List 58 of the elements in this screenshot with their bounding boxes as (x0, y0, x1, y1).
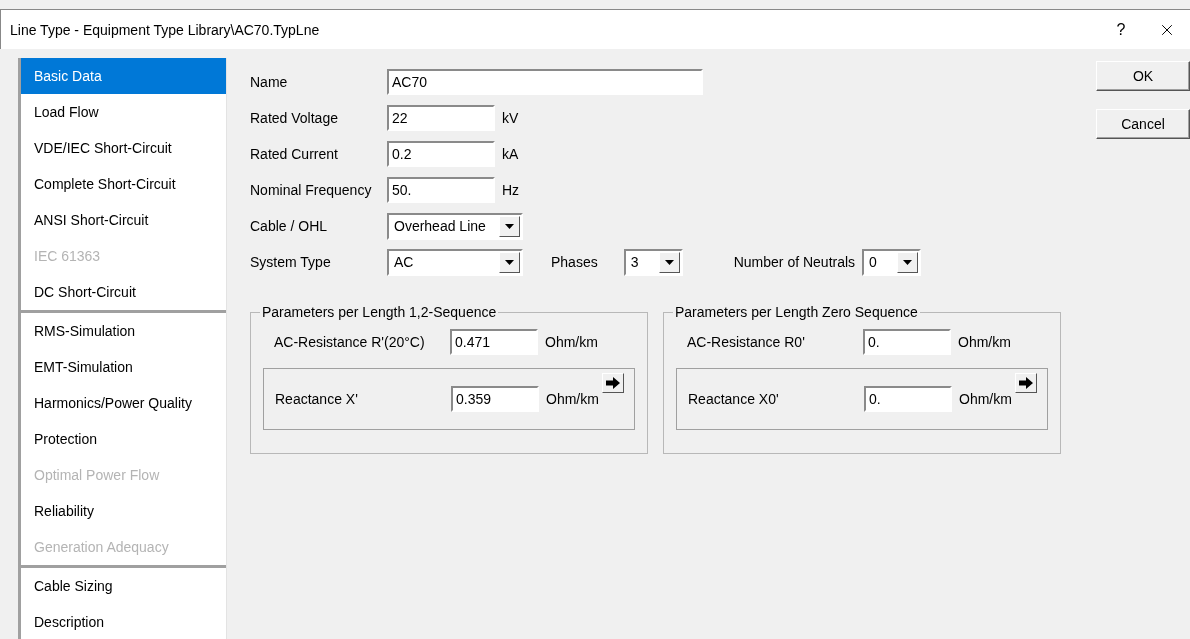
page-list-item[interactable]: RMS-Simulation (21, 313, 226, 349)
input-field[interactable]: 0.471 (450, 329, 538, 355)
field-label: System Type (250, 254, 332, 270)
help-button[interactable]: ? (1098, 20, 1144, 39)
arrow-button[interactable] (1015, 373, 1037, 393)
group-title: Parameters per Length 1,2-Sequence (261, 304, 498, 320)
caret-icon (505, 223, 514, 229)
field-label: Name (250, 74, 289, 90)
page-list-item[interactable]: VDE/IEC Short-Circuit (21, 130, 226, 166)
right-arrow-icon (606, 377, 620, 389)
unit-label: Ohm/km (959, 391, 1012, 407)
unit-label: Hz (502, 182, 520, 198)
arrow-button[interactable] (602, 373, 624, 393)
caret-icon (903, 259, 913, 265)
field-label: Reactance X0' (688, 391, 780, 407)
input-field[interactable]: 0. (864, 386, 952, 412)
page-list-item[interactable]: Description (21, 604, 226, 639)
input-field[interactable]: 0.2 (387, 141, 495, 167)
page-list-item[interactable]: Basic Data (21, 58, 226, 94)
field-label: Rated Current (250, 146, 339, 162)
dropdown[interactable]: AC (387, 248, 523, 276)
input-field[interactable]: AC70 (387, 69, 703, 95)
field-label: Phases (551, 254, 598, 270)
field-label: Rated Voltage (250, 110, 339, 126)
unit-label: kV (502, 110, 519, 126)
input-field[interactable]: 0.359 (451, 386, 539, 412)
page-list-item[interactable]: Load Flow (21, 94, 226, 130)
input-field[interactable]: 22 (387, 105, 495, 131)
page-list-item[interactable]: Complete Short-Circuit (21, 166, 226, 202)
caret-icon (664, 259, 674, 265)
dropdown[interactable]: Overhead Line (387, 212, 523, 240)
input-field[interactable]: 0. (863, 329, 951, 355)
unit-label: Ohm/km (545, 334, 598, 350)
field-label: Nominal Frequency (250, 182, 373, 198)
window-title: Line Type - Equipment Type Library\AC70.TypLne (10, 21, 321, 38)
dialog-button[interactable]: Cancel (1096, 109, 1190, 139)
page-list-item[interactable]: Cable Sizing (21, 568, 226, 604)
field-label: Number of Neutrals (733, 254, 856, 270)
field-label: AC-Resistance R'(20°C) (274, 334, 426, 350)
page-list-item[interactable]: Harmonics/Power Quality (21, 385, 226, 421)
caret-icon (505, 259, 514, 265)
field-label: AC-Resistance R0' (687, 334, 806, 350)
dropdown[interactable]: 3 (623, 248, 683, 276)
page-list-item[interactable]: DC Short-Circuit (21, 274, 226, 310)
dialog-button[interactable]: OK (1096, 61, 1190, 91)
input-field[interactable]: 50. (387, 177, 495, 203)
page-list-item[interactable]: Protection (21, 421, 226, 457)
page-list-item[interactable]: ANSI Short-Circuit (21, 202, 226, 238)
dropdown[interactable]: 0 (862, 248, 922, 276)
unit-label: kA (502, 146, 519, 162)
field-label: Cable / OHL (250, 218, 329, 234)
unit-label: Ohm/km (546, 391, 599, 407)
group-title: Parameters per Length Zero Sequence (674, 304, 919, 320)
page-list-item[interactable]: Reliability (21, 493, 226, 529)
page-list-item[interactable]: EMT-Simulation (21, 349, 226, 385)
right-arrow-icon (1019, 377, 1033, 389)
field-label: Reactance X' (275, 391, 359, 407)
unit-label: Ohm/km (958, 334, 1011, 350)
